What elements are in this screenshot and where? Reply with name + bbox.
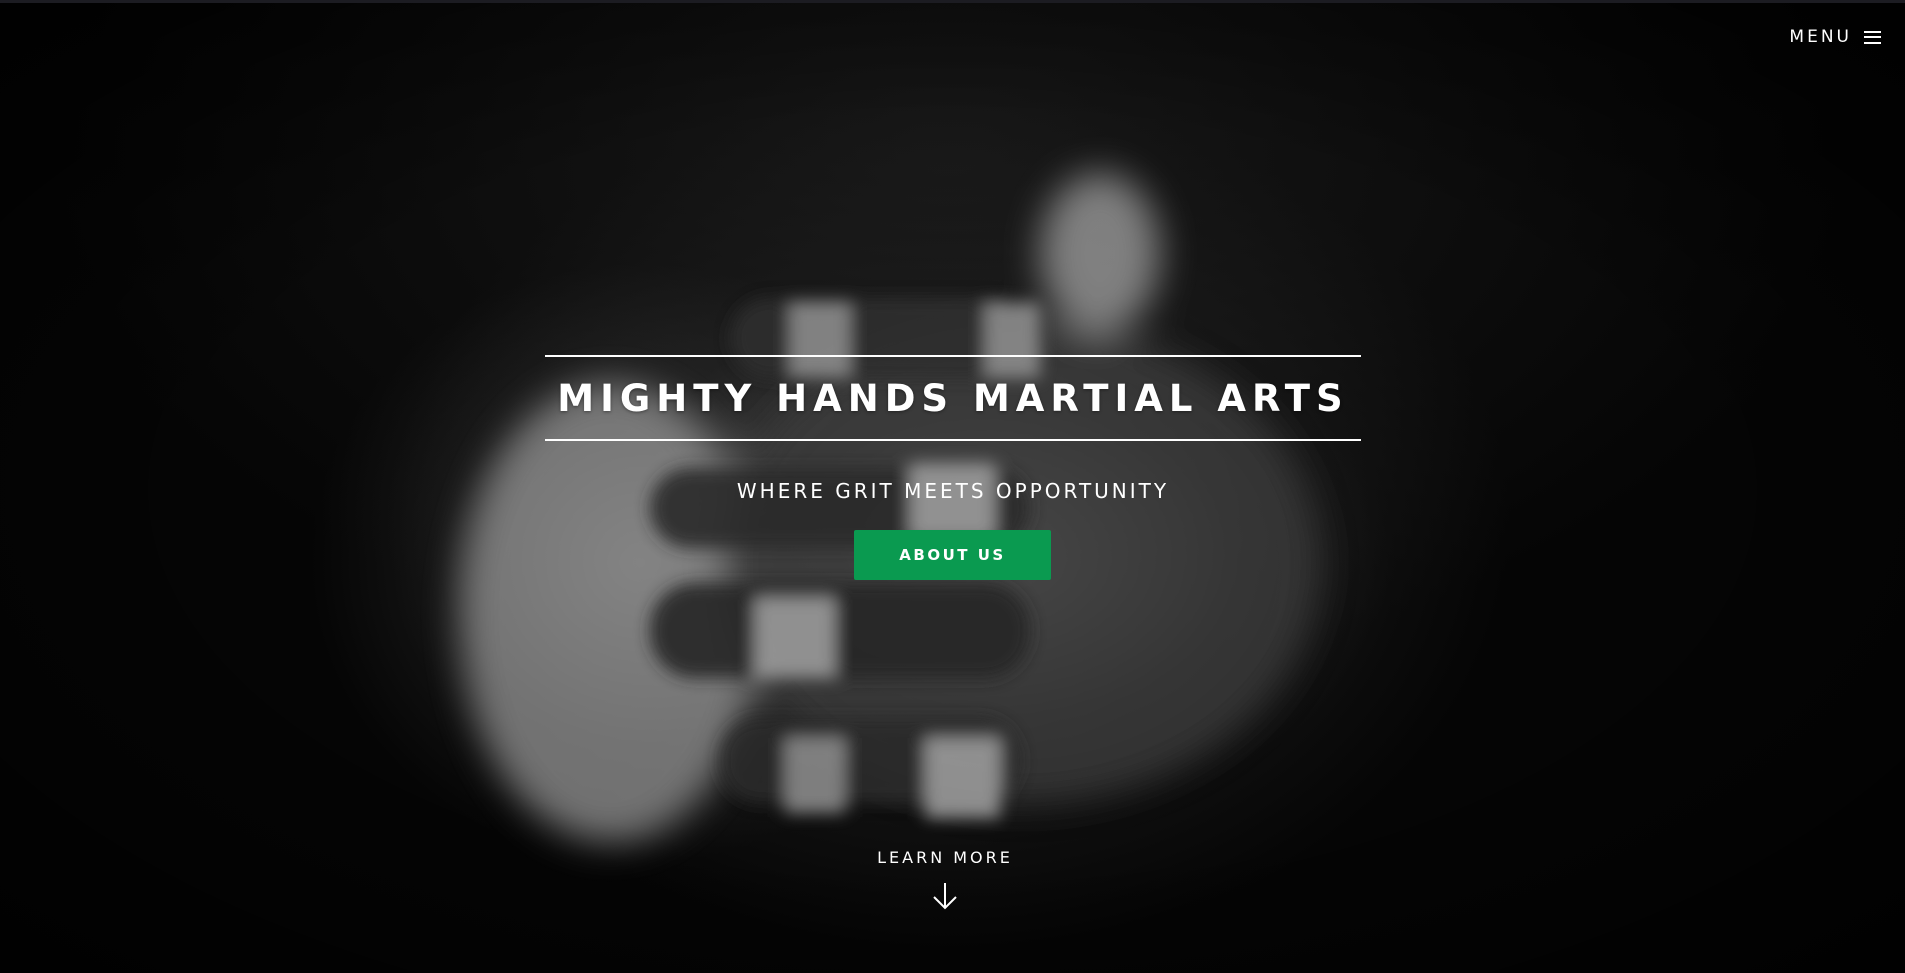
menu-toggle[interactable]: MENU [1789, 27, 1881, 47]
hamburger-icon [1864, 30, 1881, 44]
about-us-button[interactable]: ABOUT US [854, 530, 1051, 580]
learn-more-label: LEARN MORE [877, 848, 1013, 867]
tagline: WHERE GRIT MEETS OPPORTUNITY [736, 479, 1170, 503]
learn-more-link[interactable]: LEARN MORE [800, 848, 1090, 911]
hero-section: MENU MIGHTY HANDS MARTIAL ARTS WHERE GRI… [0, 0, 1905, 973]
title-block: MIGHTY HANDS MARTIAL ARTS [545, 355, 1361, 441]
menu-label: MENU [1789, 27, 1852, 47]
site-title: MIGHTY HANDS MARTIAL ARTS [557, 376, 1349, 420]
arrow-down-icon [933, 883, 957, 910]
